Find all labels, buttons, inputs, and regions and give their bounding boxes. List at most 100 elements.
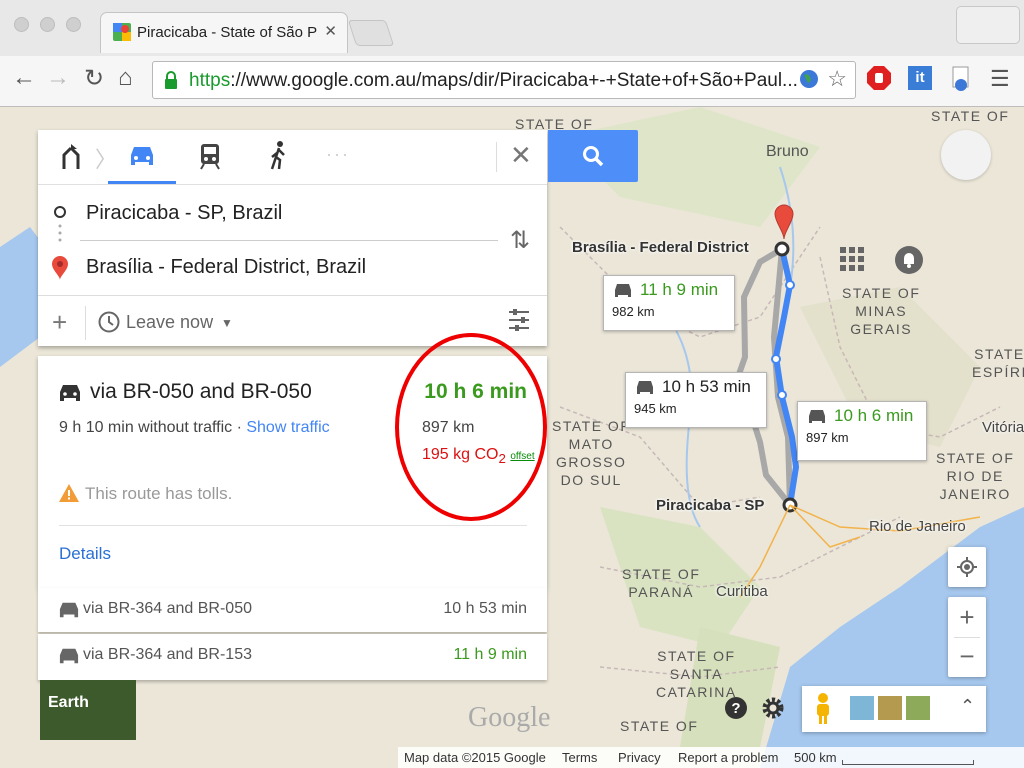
browser-toolbar: ← → ↻ ⌂ https://www.google.com.au/maps/d…: [0, 56, 1024, 107]
account-avatar[interactable]: [941, 130, 991, 180]
callout-distance: 945 km: [634, 401, 677, 416]
extension-doc-icon[interactable]: [950, 65, 972, 93]
imagery-thumbnail[interactable]: [906, 696, 930, 720]
report-problem-link[interactable]: Report a problem: [678, 750, 778, 765]
zoom-in-button[interactable]: +: [948, 597, 986, 637]
zoom-window-button[interactable]: [66, 17, 81, 32]
new-tab-button[interactable]: [347, 20, 395, 46]
extension-it-icon[interactable]: it: [908, 66, 932, 90]
maps-favicon-icon: [113, 23, 131, 41]
route-duration: 11 h 9 min: [453, 646, 527, 663]
zoom-control: + −: [948, 597, 986, 677]
route-callout-selected[interactable]: 10 h 6 min 897 km: [797, 401, 927, 461]
route-title: via BR-050 and BR-050: [90, 380, 312, 403]
back-icon[interactable]: ←: [12, 64, 36, 92]
walking-mode-icon[interactable]: [268, 140, 290, 170]
tolls-notice: This route has tolls.: [85, 484, 233, 503]
bookmark-star-icon[interactable]: ☆: [827, 66, 847, 92]
close-window-button[interactable]: [14, 17, 29, 32]
notifications-bell-icon[interactable]: [894, 245, 924, 275]
route-callout-alt2[interactable]: 11 h 9 min 982 km: [603, 275, 735, 331]
state-label-santa-catarina: STATE OF SANTA CATARINA: [656, 648, 737, 700]
route-card-alt[interactable]: via BR-364 and BR-153 11 h 9 min: [38, 634, 547, 680]
show-traffic-link[interactable]: Show traffic: [246, 419, 329, 436]
state-label: STATE OF: [931, 108, 1010, 124]
globe-icon[interactable]: [799, 69, 819, 89]
map-footer: Map data ©2015 Google Terms Privacy Repo…: [398, 747, 1024, 768]
city-label-brasilia[interactable]: Brasília - Federal District: [572, 239, 749, 256]
reload-icon[interactable]: ↻: [84, 64, 104, 93]
help-icon[interactable]: ?: [724, 696, 748, 720]
car-icon: [615, 284, 631, 297]
apps-grid-icon[interactable]: [840, 247, 864, 271]
my-location-button[interactable]: [948, 547, 986, 587]
callout-distance: 897 km: [806, 430, 849, 445]
adblock-icon[interactable]: [866, 65, 892, 91]
state-label-minas: STATE OF MINAS GERAIS: [842, 285, 921, 337]
terms-link[interactable]: Terms: [562, 750, 597, 765]
city-label-vitoria: Vitória: [982, 419, 1024, 436]
route-title: via BR-364 and BR-153: [83, 646, 252, 663]
search-icon: [583, 146, 604, 167]
menu-icon[interactable]: ☰: [990, 66, 1010, 92]
leave-now-dropdown[interactable]: Leave now: [126, 312, 213, 333]
earth-view-button[interactable]: Earth: [40, 680, 136, 740]
minimize-window-button[interactable]: [40, 17, 55, 32]
forward-icon[interactable]: →: [46, 64, 70, 92]
home-icon[interactable]: ⌂: [118, 64, 133, 92]
car-icon: [59, 648, 79, 664]
expand-chevron-icon[interactable]: ⌃: [960, 696, 975, 717]
search-button[interactable]: [548, 130, 638, 182]
destination-input[interactable]: Brasília - Federal District, Brazil: [86, 256, 366, 279]
car-icon: [637, 381, 653, 394]
map-type-bar: ⌃: [802, 686, 986, 732]
scale-label[interactable]: 500 km: [794, 750, 837, 765]
my-location-icon: [957, 557, 977, 577]
earth-label: Earth: [48, 694, 89, 711]
travel-mode-bar: 〉 ··· ✕: [38, 130, 547, 185]
car-icon: [809, 410, 825, 423]
imagery-thumbnail[interactable]: [878, 696, 902, 720]
add-destination-icon[interactable]: +: [52, 307, 67, 338]
car-icon: [60, 385, 80, 401]
city-label-bruno: Bruno: [766, 143, 809, 160]
privacy-link[interactable]: Privacy: [618, 750, 661, 765]
state-label-espirito: STATE ESPÍRI: [972, 346, 1024, 380]
directions-turn-icon[interactable]: [58, 143, 84, 171]
svg-text:?: ?: [731, 700, 740, 717]
city-label-piracicaba[interactable]: Piracicaba - SP: [656, 497, 764, 514]
car-icon: [59, 602, 79, 618]
origin-input[interactable]: Piracicaba - SP, Brazil: [86, 202, 282, 225]
clock-icon: [98, 311, 120, 333]
warning-icon: [59, 484, 79, 502]
route-callout-alt1[interactable]: 10 h 53 min 945 km: [625, 372, 767, 428]
route-options-icon[interactable]: [508, 308, 530, 332]
pegman-icon[interactable]: [814, 692, 832, 726]
divider: [38, 295, 547, 296]
route-title: via BR-364 and BR-050: [83, 600, 252, 617]
settings-gear-icon[interactable]: [760, 695, 786, 721]
address-bar[interactable]: https://www.google.com.au/maps/dir/Pirac…: [152, 61, 856, 99]
divider: [85, 306, 86, 340]
browser-tab[interactable]: Piracicaba - State of São P ✕: [100, 12, 348, 53]
car-mode-icon[interactable]: [128, 144, 156, 168]
tab-close-icon[interactable]: ✕: [324, 22, 337, 40]
callout-time: 11 h 9 min: [640, 280, 719, 299]
chevron-right-icon: 〉: [95, 147, 118, 172]
swap-locations-icon[interactable]: ⇅: [510, 226, 530, 255]
profile-button[interactable]: [956, 6, 1020, 44]
state-label-mato-grosso: STATE OF MATO GROSSO DO SUL: [552, 418, 631, 488]
transit-mode-icon[interactable]: [198, 142, 222, 170]
route-duration: 10 h 53 min: [443, 600, 527, 617]
dropdown-caret-icon[interactable]: ▼: [221, 316, 233, 330]
details-link[interactable]: Details: [59, 544, 111, 564]
imagery-thumbnail[interactable]: [850, 696, 874, 720]
zoom-out-button[interactable]: −: [948, 637, 986, 677]
google-logo: Google: [468, 702, 551, 733]
close-directions-icon[interactable]: ✕: [510, 140, 532, 171]
route-card-alt[interactable]: via BR-364 and BR-050 10 h 53 min: [38, 588, 547, 632]
more-modes-icon[interactable]: ···: [326, 144, 350, 165]
divider: [80, 240, 498, 241]
state-label-rio: STATE OF RIO DE JANEIRO: [936, 450, 1015, 502]
tab-strip: Piracicaba - State of São P ✕: [0, 0, 1024, 57]
